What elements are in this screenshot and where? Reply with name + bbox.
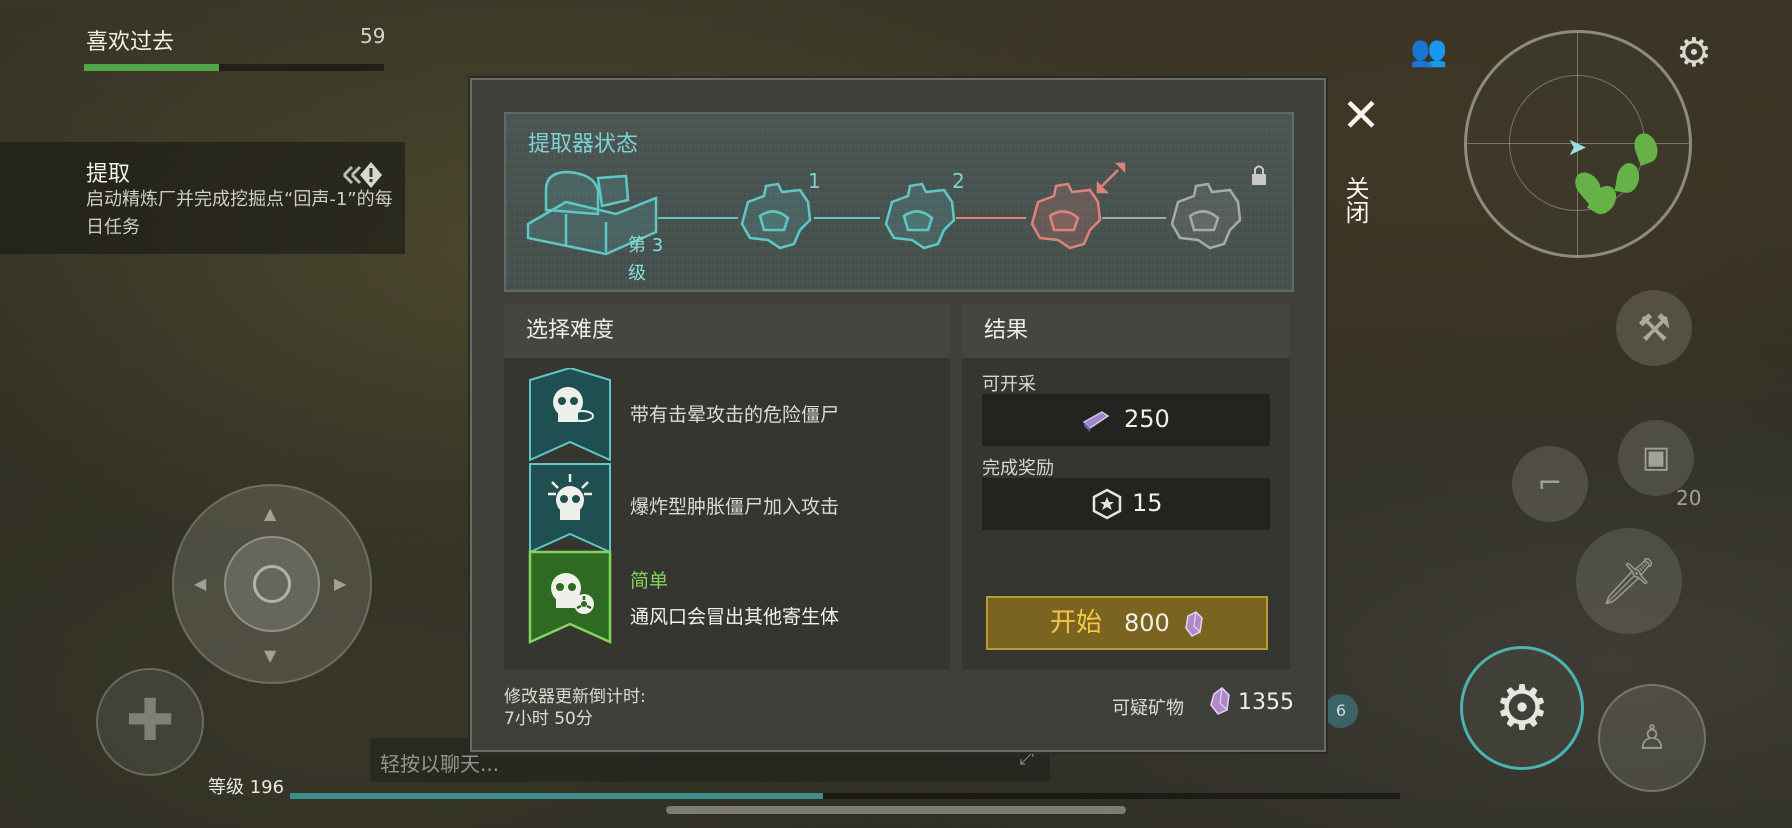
reward-label: 完成奖励 [982, 458, 1054, 479]
player-name: 喜欢过去 [86, 30, 175, 55]
melee-cleaver-icon[interactable]: 🗡 [1576, 528, 1682, 634]
difficulty-panel: 选择难度 带有击晕攻击的危险僵尸 爆炸型肿胀僵尸加入攻击 简单 通风口会冒出其他… [504, 304, 950, 670]
xp-bar [84, 64, 384, 71]
crystal-icon [1185, 611, 1203, 637]
settings-gear-icon[interactable]: ⚙ [1676, 30, 1712, 76]
joystick-up-arrow-icon: ▲ [264, 504, 277, 523]
results-panel: 结果 可开采 250 完成奖励 15 开始 800 [962, 304, 1290, 670]
joystick-down-arrow-icon: ▼ [264, 646, 277, 665]
difficulty-title: 选择难度 [504, 304, 950, 358]
start-label: 开始 [1050, 608, 1103, 638]
mineral-crystal-icon [1210, 687, 1230, 715]
quest-alert-icon[interactable] [338, 152, 384, 198]
joystick-knob[interactable] [224, 536, 320, 632]
level-progress-fill [290, 793, 823, 799]
timer-value: 7小时 50分 [504, 709, 593, 729]
player-position-icon: ➤ [1567, 133, 1588, 161]
close-label[interactable]: 关闭 [1341, 176, 1373, 224]
extractor-dialog: 提取器状态 1 2 第 3 级 选择难度 带有击晕攻击的危险僵尸 爆炸型肿胀僵尸… [470, 78, 1326, 752]
start-cost: 800 [1124, 609, 1170, 637]
quest-title: 提取 [86, 162, 131, 187]
stage-2-gear-icon [884, 182, 956, 250]
bloater-zombie-skull-icon [529, 463, 611, 554]
current-level-label: 第 3 级 [628, 235, 664, 284]
heal-button[interactable]: ✚ [96, 668, 204, 776]
joystick-center-icon [253, 565, 291, 603]
close-icon[interactable]: ✕ [1336, 92, 1386, 142]
lock-icon [1252, 165, 1266, 185]
minable-value-box: 250 [982, 394, 1270, 446]
reward-value-box: 15 [982, 478, 1270, 530]
extractor-stages-diagram: 1 2 [526, 162, 1266, 256]
level-progress-bar [290, 793, 1400, 799]
minable-value: 250 [1124, 405, 1170, 433]
token-badge-icon [1092, 488, 1122, 520]
minimap[interactable]: ➤ [1464, 30, 1692, 258]
results-title: 结果 [962, 304, 1290, 358]
difficulty-tier-label: 简单 [630, 570, 669, 592]
mineral-label: 可疑矿物 [1112, 698, 1184, 719]
stage-locked-gear-icon [1170, 182, 1242, 250]
extractor-status-panel: 提取器状态 1 2 第 3 级 [504, 112, 1294, 292]
stage-danger-gear-icon [1030, 182, 1102, 250]
difficulty-row-3-selected[interactable]: 简单 通风口会冒出其他寄生体 [526, 548, 946, 644]
stage-1-gear-icon [740, 182, 812, 250]
difficulty-row-1[interactable]: 带有击晕攻击的危险僵尸 [526, 368, 946, 462]
joystick-right-arrow-icon: ▶ [334, 574, 347, 593]
ore-bar-icon [1082, 411, 1110, 432]
start-button[interactable]: 开始 800 [986, 596, 1268, 650]
weapon-gun-icon[interactable]: ⌐ [1512, 446, 1588, 522]
notification-badge: 6 [1324, 694, 1358, 728]
mineral-value: 1355 [1238, 690, 1294, 715]
upgrade-arrows-icon [1096, 162, 1126, 194]
difficulty-text-1: 带有击晕攻击的危险僵尸 [630, 404, 840, 426]
parasite-zombie-skull-icon [528, 550, 612, 644]
chat-placeholder: 轻按以聊天... [380, 752, 500, 776]
xp-bar-fill [84, 64, 219, 71]
stage-1-number: 1 [808, 169, 821, 193]
difficulty-row-2[interactable]: 爆炸型肿胀僵尸加入攻击 [526, 460, 946, 554]
craft-hammer-icon[interactable]: ⚒ [1616, 290, 1692, 366]
sneak-icon[interactable]: ♙ [1598, 684, 1706, 792]
stage-2-number: 2 [952, 169, 965, 193]
player-xp: 59 [360, 24, 386, 48]
movement-joystick[interactable]: ▲ ▼ ◀ ▶ [172, 484, 372, 684]
modifier-timer: 修改器更新倒计时: 7小时 50分 [504, 686, 646, 730]
minable-label: 可开采 [982, 374, 1036, 395]
home-indicator[interactable] [666, 806, 1126, 814]
reward-value: 15 [1132, 489, 1163, 517]
inventory-count: 20 [1676, 486, 1702, 510]
difficulty-text-3: 通风口会冒出其他寄生体 [630, 606, 840, 628]
quest-panel[interactable]: 提取 启动精炼厂并完成挖掘点“回声-1”的每日任务 [0, 142, 405, 254]
stun-zombie-skull-icon [529, 368, 611, 462]
action-gears-icon[interactable]: ⚙ [1460, 646, 1584, 770]
difficulty-text-2: 爆炸型肿胀僵尸加入攻击 [630, 496, 840, 518]
friends-icon[interactable]: 👥 [1410, 34, 1447, 69]
timer-label: 修改器更新倒计时: [504, 687, 646, 707]
joystick-left-arrow-icon: ◀ [194, 574, 207, 593]
inventory-box-icon[interactable]: ▣ [1618, 420, 1694, 496]
player-level: 等级 196 [208, 777, 285, 798]
